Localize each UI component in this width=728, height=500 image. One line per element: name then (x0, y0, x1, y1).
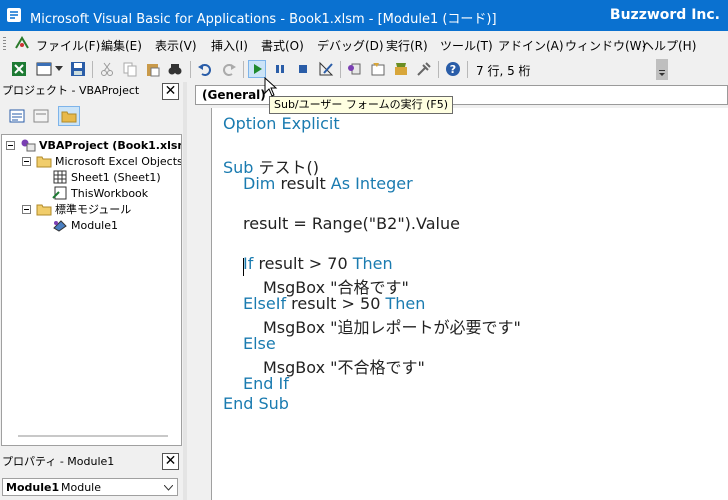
code-line: result = Range("B2").Value (243, 214, 460, 233)
object-type: Module (61, 481, 101, 494)
toolbar-overflow-button[interactable] (656, 59, 668, 80)
toolbar-separator (438, 61, 439, 78)
tree-item-vbaproject[interactable]: VBAProject (Book1.xlsm) (20, 137, 182, 153)
code-line: End Sub (223, 394, 289, 413)
chevron-down-icon (164, 485, 173, 491)
insert-userform-icon[interactable] (35, 60, 53, 78)
project-tree: VBAProject (Book1.xlsm) Microsoft Excel … (1, 134, 182, 446)
view-object-icon[interactable] (32, 107, 50, 125)
tree-item-sheet1[interactable]: Sheet1 (Sheet1) (52, 169, 161, 185)
brand-label: Buzzword Inc. (609, 7, 720, 23)
code-line: MsgBox "追加レポートが必要です" (263, 318, 521, 337)
paste-icon[interactable] (144, 60, 162, 78)
tree-item-label: VBAProject (Book1.xlsm) (39, 138, 182, 152)
object-select[interactable]: Module1 Module (2, 478, 178, 496)
tree-item-label: Module1 (71, 218, 118, 232)
expand-toggle-icon[interactable] (22, 205, 31, 214)
design-mode-icon[interactable] (317, 60, 335, 78)
tree-item-standard-modules[interactable]: 標準モジュール (36, 201, 131, 217)
run-button[interactable] (248, 60, 266, 78)
menu-view[interactable]: 表示(V) (155, 37, 197, 54)
toolbar-separator (190, 61, 191, 78)
code-line: If result > 70 Then (243, 254, 393, 273)
excel-view-icon[interactable] (14, 35, 30, 51)
properties-panel-close-button[interactable]: ✕ (162, 453, 179, 470)
code-margin[interactable] (187, 108, 212, 500)
project-explorer-icon[interactable] (346, 60, 364, 78)
properties-window-icon[interactable] (369, 60, 387, 78)
menu-bar: ファイル(F) 編集(E) 表示(V) 挿入(I) 書式(O) デバッグ(D) … (0, 31, 728, 57)
tree-item-label: Microsoft Excel Objects (55, 154, 182, 168)
folder-open-icon (36, 156, 52, 168)
menu-edit[interactable]: 編集(E) (101, 37, 142, 54)
title-bar: Microsoft Visual Basic for Applications … (0, 0, 728, 31)
project-panel-title: プロジェクト - VBAProject (2, 84, 140, 97)
standard-toolbar: ? 7 行, 5 桁 (0, 57, 668, 82)
expand-toggle-icon[interactable] (22, 157, 31, 166)
menu-file[interactable]: ファイル(F) (36, 37, 100, 54)
tree-item-label: ThisWorkbook (71, 186, 149, 200)
menu-insert[interactable]: 挿入(I) (211, 37, 248, 54)
find-icon[interactable] (166, 60, 184, 78)
project-panel-close-button[interactable]: ✕ (162, 83, 179, 100)
vba-app-icon (7, 8, 21, 22)
code-window: (General) Option Explicit Sub テスト() Dim … (187, 82, 728, 500)
vba-project-icon (21, 139, 36, 152)
menu-addins[interactable]: アドイン(A) (498, 37, 564, 54)
object-browser-icon[interactable] (392, 60, 410, 78)
undo-icon[interactable] (196, 60, 214, 78)
copy-icon[interactable] (121, 60, 139, 78)
svg-text:?: ? (450, 63, 456, 76)
code-editor[interactable]: Option Explicit Sub テスト() Dim result As … (187, 108, 728, 500)
toolbox-icon[interactable] (415, 60, 433, 78)
toolbar-separator (243, 61, 244, 78)
redo-icon[interactable] (220, 60, 238, 78)
properties-panel: プロパティ - Module1 ✕ Module1 Module (0, 448, 183, 500)
mouse-cursor-icon (264, 77, 278, 97)
menu-format[interactable]: 書式(O) (261, 37, 304, 54)
menu-help[interactable]: ヘルプ(H) (642, 37, 696, 54)
menu-window[interactable]: ウィンドウ(W) (565, 37, 646, 54)
menu-debug[interactable]: デバッグ(D) (317, 37, 384, 54)
pause-icon[interactable] (271, 60, 289, 78)
object-combo-value: (General) (202, 88, 266, 102)
module-icon (53, 220, 67, 232)
run-tooltip: Sub/ユーザー フォームの実行 (F5) (269, 96, 453, 114)
workbook-icon (52, 186, 67, 200)
project-explorer-panel: プロジェクト - VBAProject ✕ VBAProject (Book1.… (0, 82, 183, 448)
expand-toggle-icon[interactable] (6, 141, 15, 150)
worksheet-icon (53, 170, 67, 184)
window-title: Microsoft Visual Basic for Applications … (30, 12, 497, 27)
save-icon[interactable] (69, 60, 87, 78)
toggle-folders-icon[interactable] (58, 106, 80, 126)
cut-icon[interactable] (98, 60, 116, 78)
tree-item-label: 標準モジュール (55, 203, 132, 216)
cursor-position-label: 7 行, 5 桁 (476, 64, 531, 78)
tree-item-excel-objects[interactable]: Microsoft Excel Objects (36, 153, 182, 169)
tree-item-thisworkbook[interactable]: ThisWorkbook (52, 185, 148, 201)
view-code-icon[interactable] (8, 107, 26, 125)
toolbar-separator (92, 61, 93, 78)
tree-item-label: Sheet1 (Sheet1) (71, 170, 161, 184)
code-line: Option Explicit (223, 114, 340, 133)
toolbar-separator (467, 61, 468, 78)
properties-panel-title: プロパティ - Module1 (2, 455, 115, 468)
tree-item-module1[interactable]: Module1 (52, 217, 118, 233)
folder-open-icon (36, 204, 52, 216)
code-line: ElseIf result > 50 Then (243, 294, 426, 313)
excel-icon[interactable] (10, 60, 28, 78)
toolbar-separator (340, 61, 341, 78)
code-line: End If (243, 374, 289, 393)
menu-run[interactable]: 実行(R) (386, 37, 428, 54)
stop-icon[interactable] (294, 60, 312, 78)
object-name: Module1 (6, 481, 60, 494)
code-line: Else (243, 334, 276, 353)
menu-grip[interactable] (3, 37, 6, 51)
help-icon[interactable]: ? (444, 60, 462, 78)
dropdown-arrow-icon[interactable] (54, 60, 64, 78)
code-line: Dim result As Integer (243, 174, 413, 193)
menu-tools[interactable]: ツール(T) (440, 37, 493, 54)
horizontal-scrollbar[interactable] (18, 435, 168, 437)
